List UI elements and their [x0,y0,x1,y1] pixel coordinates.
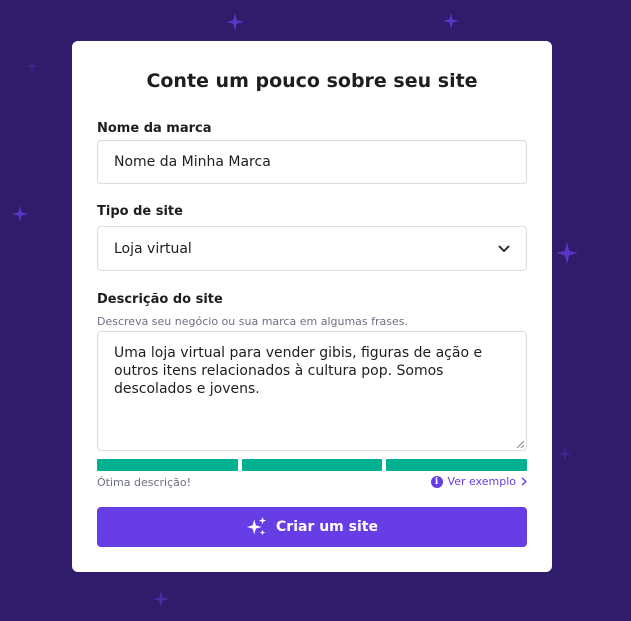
chevron-down-icon [498,244,510,252]
sparkle-icon [556,242,578,264]
sparkle-icon [226,13,244,31]
meter-segment [241,459,383,471]
meter-segment [97,459,238,471]
site-description-textarea[interactable]: Uma loja virtual para vender gibis, figu… [97,331,527,451]
brand-name-value: Nome da Minha Marca [114,154,271,170]
view-example-link[interactable]: i Ver exemplo [430,475,527,488]
form-title: Conte um pouco sobre seu site [146,70,478,92]
chevron-right-icon [521,477,527,486]
site-setup-card: Conte um pouco sobre seu site Nome da ma… [72,41,552,572]
create-site-label: Criar um site [276,519,378,535]
site-description-value: Uma loja virtual para vender gibis, figu… [114,345,483,397]
create-site-button[interactable]: Criar um site [97,507,527,547]
site-description-hint: Descreva seu negócio ou sua marca em alg… [97,315,408,328]
meter-segment [386,459,528,471]
sparkle-icon [443,13,459,29]
site-type-value: Loja virtual [114,240,192,257]
sparkles-icon [246,516,267,536]
sparkle-icon [26,60,38,72]
brand-name-input[interactable]: Nome da Minha Marca [97,140,527,184]
sparkle-icon [558,447,572,461]
resize-handle-icon[interactable] [516,440,524,448]
description-quality-status: Ótima descrição! [97,476,192,489]
site-type-label: Tipo de site [97,204,183,219]
site-description-label: Descrição do site [97,292,223,307]
site-type-select[interactable]: Loja virtual [97,226,527,271]
brand-name-label: Nome da marca [97,121,212,136]
description-quality-meter [97,459,528,471]
info-icon: i [430,475,443,488]
view-example-label: Ver exemplo [447,475,516,488]
sparkle-icon [153,591,169,607]
sparkle-icon [12,206,28,222]
